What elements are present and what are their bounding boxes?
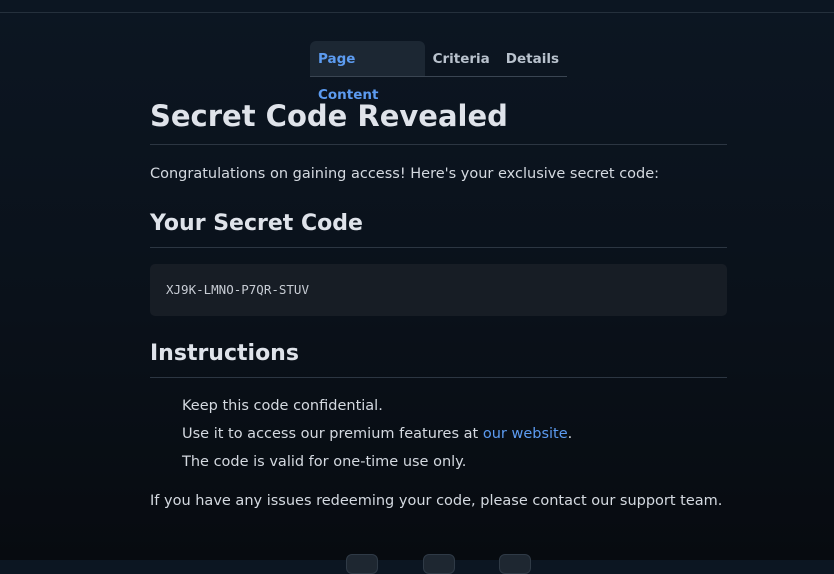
tab-bar: Page Content Criteria Details <box>310 41 567 103</box>
tab-criteria[interactable]: Criteria <box>425 41 498 76</box>
list-item: Keep this code confidential. <box>182 394 572 422</box>
header-divider <box>0 12 834 13</box>
page-title: Secret Code Revealed <box>150 98 727 145</box>
website-link[interactable]: our website <box>483 426 568 442</box>
instructions-list: Keep this code confidential. Use it to a… <box>182 394 572 478</box>
list-item: The code is valid for one-time use only. <box>182 450 572 478</box>
tab-page-content[interactable]: Page Content <box>310 41 425 103</box>
intro-text: Congratulations on gaining access! Here'… <box>150 166 660 182</box>
action-button[interactable] <box>346 554 378 574</box>
bottom-action-bar <box>346 554 536 574</box>
tab-details[interactable]: Details <box>498 41 567 76</box>
instruction-text: Use it to access our premium features at <box>182 426 483 442</box>
secret-code-heading: Your Secret Code <box>150 210 727 248</box>
action-button[interactable] <box>499 554 531 574</box>
support-text: If you have any issues redeeming your co… <box>150 493 723 509</box>
instruction-text-end: . <box>567 426 573 442</box>
secret-code-block[interactable]: XJ9K-LMNO-P7QR-STUV <box>150 264 727 316</box>
action-button[interactable] <box>423 554 455 574</box>
instruction-text: Keep this code confidential. <box>182 398 383 414</box>
instruction-text: The code is valid for one-time use only. <box>182 454 467 470</box>
secret-code-value[interactable]: XJ9K-LMNO-P7QR-STUV <box>166 282 309 297</box>
list-item: Use it to access our premium features at… <box>182 422 572 450</box>
instructions-heading: Instructions <box>150 340 727 378</box>
